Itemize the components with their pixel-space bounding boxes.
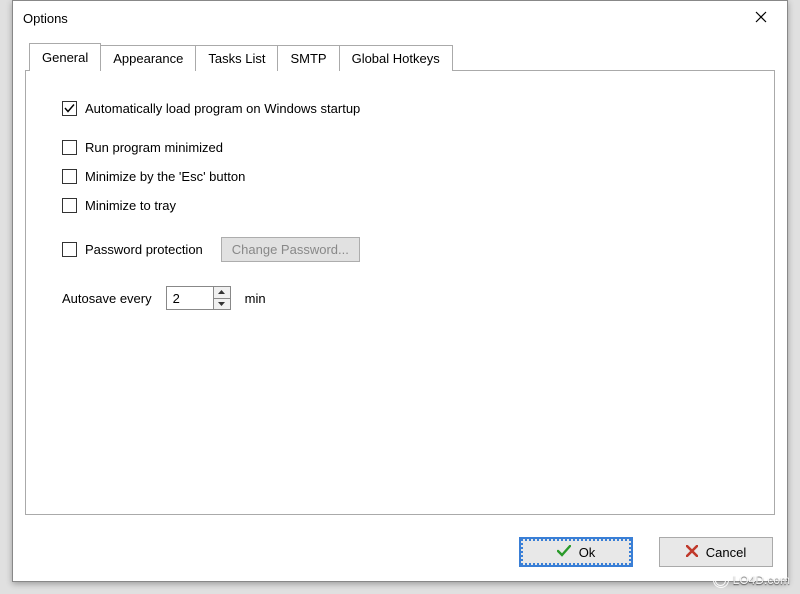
option-autosave: Autosave every min [62, 286, 738, 310]
spinner-down-button[interactable] [214, 299, 230, 310]
spinner-buttons [213, 287, 230, 309]
label-minimize-tray: Minimize to tray [85, 198, 176, 213]
tab-panel-general: Automatically load program on Windows st… [25, 70, 775, 515]
close-button[interactable] [739, 3, 783, 33]
checkmark-icon [557, 545, 571, 560]
option-minimize-esc: Minimize by the 'Esc' button [62, 169, 738, 184]
option-minimize-tray: Minimize to tray [62, 198, 738, 213]
viewport: Options General Appearance Tasks List SM… [0, 0, 800, 594]
change-password-button[interactable]: Change Password... [221, 237, 360, 262]
tab-strip: General Appearance Tasks List SMTP Globa… [29, 43, 775, 71]
check-icon [64, 103, 75, 114]
option-run-minimized: Run program minimized [62, 140, 738, 155]
chevron-down-icon [218, 302, 225, 306]
label-autosave: Autosave every [62, 291, 152, 306]
checkbox-minimize-tray[interactable] [62, 198, 77, 213]
tab-global-hotkeys[interactable]: Global Hotkeys [339, 45, 453, 71]
label-minimize-esc: Minimize by the 'Esc' button [85, 169, 245, 184]
chevron-up-icon [218, 290, 225, 294]
cancel-button[interactable]: Cancel [659, 537, 773, 567]
ok-button-label: Ok [579, 545, 596, 560]
window-title: Options [23, 11, 68, 26]
cancel-button-label: Cancel [706, 545, 746, 560]
option-password-protection: Password protection Change Password... [62, 237, 738, 262]
spinner-up-button[interactable] [214, 287, 230, 299]
options-dialog: Options General Appearance Tasks List SM… [12, 0, 788, 582]
close-icon [755, 11, 767, 26]
tab-smtp[interactable]: SMTP [277, 45, 339, 71]
checkbox-password-protection[interactable] [62, 242, 77, 257]
ok-button[interactable]: Ok [519, 537, 633, 567]
checkbox-run-minimized[interactable] [62, 140, 77, 155]
title-bar: Options [13, 1, 787, 35]
checkbox-minimize-esc[interactable] [62, 169, 77, 184]
tab-appearance[interactable]: Appearance [100, 45, 196, 71]
label-autosave-unit: min [245, 291, 266, 306]
option-auto-startup: Automatically load program on Windows st… [62, 101, 738, 116]
tab-general[interactable]: General [29, 43, 101, 71]
spinner-autosave [166, 286, 231, 310]
label-password-protection: Password protection [85, 242, 203, 257]
label-run-minimized: Run program minimized [85, 140, 223, 155]
label-auto-startup: Automatically load program on Windows st… [85, 101, 360, 116]
dialog-footer: Ok Cancel [519, 537, 773, 567]
checkbox-auto-startup[interactable] [62, 101, 77, 116]
client-area: General Appearance Tasks List SMTP Globa… [13, 35, 787, 581]
cross-icon [686, 545, 698, 560]
autosave-input[interactable] [167, 287, 213, 309]
tab-tasks-list[interactable]: Tasks List [195, 45, 278, 71]
